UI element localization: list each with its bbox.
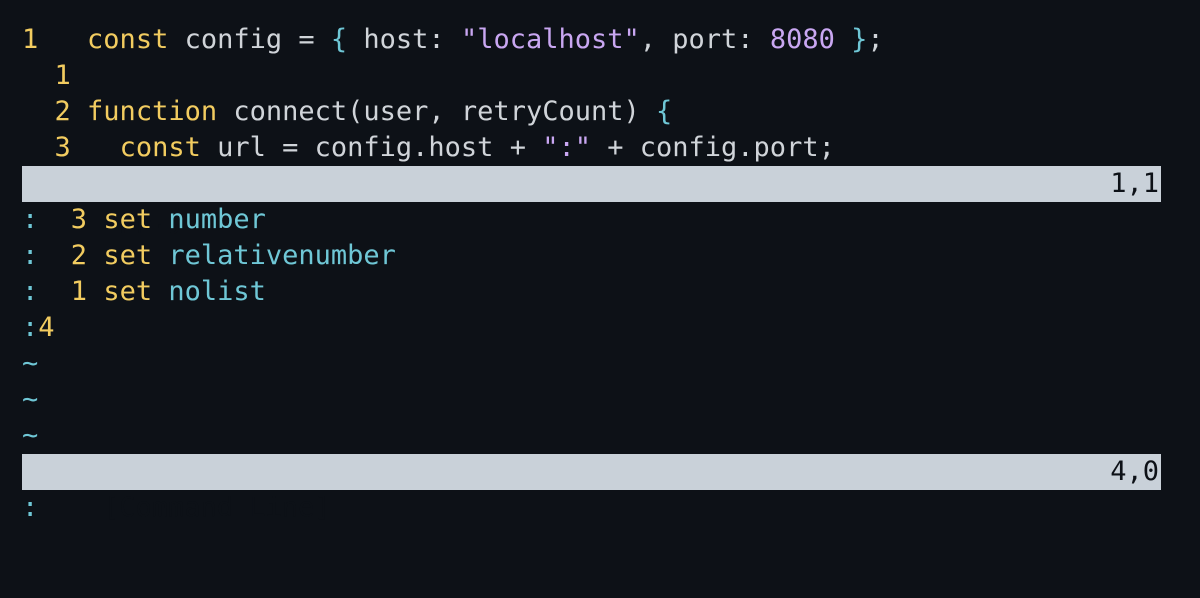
code-token: url = config.host + <box>200 132 543 163</box>
code-token: host: <box>347 24 461 55</box>
code-token: "localhost" <box>460 24 640 55</box>
code-line[interactable]: 1 <box>22 58 71 94</box>
line-number: 2 <box>22 96 71 127</box>
code-token: + config.port; <box>591 132 835 163</box>
code-token: } <box>851 24 868 55</box>
history-prefix: : <box>22 312 39 343</box>
file-statusline: app.js 1,1 <box>22 166 1161 235</box>
line-number: 3 <box>22 132 71 163</box>
line-number: 1 <box>22 60 71 91</box>
cmdline-statusline: [Command Line] 4,0 <box>22 454 1161 523</box>
history-prefix: : <box>22 240 39 271</box>
history-option: relativenumber <box>168 240 396 271</box>
code-line[interactable]: 2 function connect(user, retryCount) { <box>22 94 673 130</box>
history-command: set <box>103 276 153 307</box>
history-prefix: : <box>22 276 39 307</box>
tilde-marker: ~ <box>22 384 39 415</box>
code-token: const <box>119 132 201 163</box>
vim-screen: 1 const config = { host: "localhost", po… <box>0 0 1200 584</box>
code-line[interactable]: 1 const config = { host: "localhost", po… <box>22 22 884 58</box>
history-command: set <box>103 240 153 271</box>
code-token: config = <box>168 24 331 55</box>
history-entry[interactable]: :4 <box>22 310 55 346</box>
code-token: { <box>330 24 348 55</box>
code-token: function <box>87 96 218 127</box>
history-entry[interactable]: : 2 set relativenumber <box>22 238 396 274</box>
code-token: { <box>656 96 673 127</box>
code-token: const <box>87 24 169 55</box>
code-token: 8080 <box>769 24 835 55</box>
code-token: , port: <box>639 24 770 55</box>
history-option: nolist <box>168 276 266 307</box>
line-number: 1 <box>22 24 39 55</box>
tilde-marker: ~ <box>22 420 39 451</box>
history-command: set <box>103 204 153 235</box>
history-prefix: : <box>22 204 39 235</box>
code-token: ":" <box>542 132 591 163</box>
history-entry[interactable]: : 1 set nolist <box>22 274 266 310</box>
command-prompt[interactable]: : <box>22 490 38 526</box>
code-line[interactable]: 3 const url = config.host + ":" + config… <box>22 130 835 166</box>
history-option: number <box>168 204 266 235</box>
history-line-number: 1 <box>38 276 88 307</box>
tilde-marker: ~ <box>22 348 39 379</box>
cmdline-title: [Command Line] <box>103 492 331 523</box>
code-token: ; <box>867 24 884 55</box>
history-entry[interactable]: : 3 set number <box>22 202 266 238</box>
history-line-number: 3 <box>38 204 88 235</box>
statusline-cursor-position: 1,1 <box>1110 168 1159 199</box>
code-token: connect(user, retryCount) <box>217 96 656 127</box>
history-line-number: 2 <box>38 240 88 271</box>
cmdline-cursor-position: 4,0 <box>1110 456 1159 487</box>
history-line-number: 4 <box>38 312 55 343</box>
